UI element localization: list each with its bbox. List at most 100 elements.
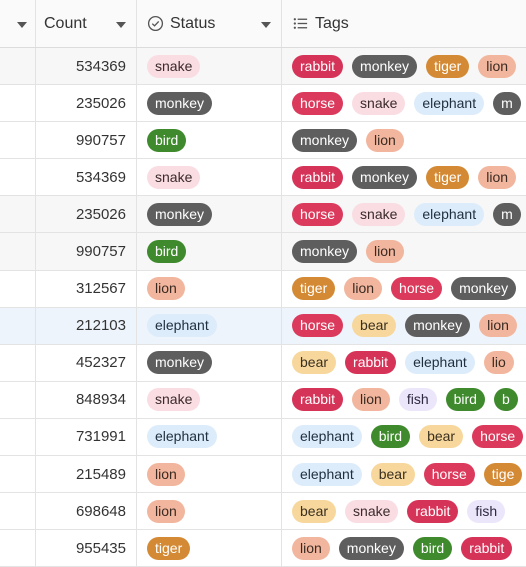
row-leading-cell[interactable] bbox=[0, 159, 36, 196]
status-cell[interactable]: elephant bbox=[137, 418, 282, 456]
tag-chip: horse bbox=[292, 91, 344, 115]
tag-chip: monkey bbox=[451, 277, 517, 301]
status-cell[interactable]: lion bbox=[137, 456, 282, 493]
tags-cell[interactable]: rabbit monkey tiger lion bbox=[282, 48, 526, 84]
column-header-tags-label: Tags bbox=[315, 14, 349, 32]
status-cell[interactable]: lion bbox=[137, 493, 282, 530]
count-cell[interactable]: 312567 bbox=[36, 270, 137, 307]
status-cell[interactable]: bird bbox=[137, 233, 282, 270]
tags-cell[interactable]: elephant bear horse tige bbox=[282, 456, 526, 492]
status-badge: monkey bbox=[147, 351, 213, 375]
caret-down-icon[interactable] bbox=[116, 21, 126, 28]
count-cell[interactable]: 534369 bbox=[36, 48, 137, 85]
count-cell[interactable]: 452327 bbox=[36, 344, 137, 381]
tag-chip: m bbox=[493, 202, 521, 226]
tag-chip: monkey bbox=[352, 54, 418, 78]
count-cell[interactable]: 990757 bbox=[36, 122, 137, 159]
tags-cell[interactable]: horse snake elephant m bbox=[282, 196, 526, 232]
table-row[interactable]: 990757 bird monkey lion bbox=[0, 233, 526, 271]
row-leading-cell[interactable] bbox=[0, 307, 36, 344]
tags-cell[interactable]: rabbit lion fish bird b bbox=[282, 382, 526, 418]
row-leading-cell[interactable] bbox=[0, 344, 36, 381]
count-cell[interactable]: 235026 bbox=[36, 85, 137, 122]
table-row[interactable]: 312567 lion tiger lion horse monkey bbox=[0, 270, 526, 308]
status-cell[interactable]: snake bbox=[137, 48, 282, 85]
tags-cell[interactable]: bear snake rabbit fish bbox=[282, 493, 526, 529]
row-leading-cell[interactable] bbox=[0, 233, 36, 270]
status-cell[interactable]: monkey bbox=[137, 344, 282, 381]
tags-cell[interactable]: monkey lion bbox=[282, 122, 526, 158]
status-cell[interactable]: elephant bbox=[137, 307, 282, 344]
count-cell[interactable]: 990757 bbox=[36, 233, 137, 270]
row-leading-cell[interactable] bbox=[0, 530, 36, 567]
table-row[interactable]: 534369 snake rabbit monkey tiger lion bbox=[0, 48, 526, 86]
list-icon bbox=[293, 18, 308, 29]
status-cell[interactable]: bird bbox=[137, 122, 282, 159]
count-cell[interactable]: 848934 bbox=[36, 381, 137, 418]
tags-cell[interactable]: horse bear monkey lion bbox=[282, 308, 526, 344]
row-leading-cell[interactable] bbox=[0, 418, 36, 456]
status-badge: elephant bbox=[147, 425, 217, 449]
row-leading-cell[interactable] bbox=[0, 456, 36, 493]
count-cell[interactable]: 235026 bbox=[36, 196, 137, 233]
column-header-status[interactable]: Status bbox=[137, 0, 282, 47]
tags-cell[interactable]: rabbit monkey tiger lion bbox=[282, 159, 526, 195]
status-cell[interactable]: snake bbox=[137, 381, 282, 418]
status-cell[interactable]: lion bbox=[137, 270, 282, 307]
tags-cell[interactable]: elephant bird bear horse bbox=[282, 419, 526, 455]
count-cell[interactable]: 534369 bbox=[36, 159, 137, 196]
caret-down-icon[interactable] bbox=[17, 21, 27, 28]
count-cell[interactable]: 731991 bbox=[36, 418, 137, 456]
count-value: 990757 bbox=[75, 131, 126, 149]
table-row[interactable]: 534369 snake rabbit monkey tiger lion bbox=[0, 159, 526, 197]
row-leading-cell[interactable] bbox=[0, 381, 36, 418]
tag-chip: horse bbox=[292, 314, 344, 338]
column-header-count[interactable]: Count bbox=[36, 0, 137, 47]
tag-chip: rabbit bbox=[345, 351, 397, 375]
count-cell[interactable]: 698648 bbox=[36, 493, 137, 530]
tags-cell[interactable]: bear rabbit elephant lio bbox=[282, 345, 526, 381]
status-badge: bird bbox=[147, 240, 187, 264]
status-badge: monkey bbox=[147, 202, 213, 226]
table-row[interactable]: 212103 elephant horse bear monkey lion bbox=[0, 307, 526, 345]
row-leading-cell[interactable] bbox=[0, 493, 36, 530]
table-row[interactable]: 848934 snake rabbit lion fish bird b bbox=[0, 381, 526, 419]
column-header-prev[interactable] bbox=[0, 0, 36, 47]
status-cell[interactable]: monkey bbox=[137, 196, 282, 233]
tag-chip: lion bbox=[478, 165, 517, 189]
tag-chip: lion bbox=[344, 277, 383, 301]
table-row[interactable]: 955435 tiger lion monkey bird rabbit bbox=[0, 530, 526, 567]
status-cell[interactable]: snake bbox=[137, 159, 282, 196]
row-leading-cell[interactable] bbox=[0, 196, 36, 233]
table-row[interactable]: 990757 bird monkey lion bbox=[0, 122, 526, 160]
count-cell[interactable]: 955435 bbox=[36, 530, 137, 567]
table-row[interactable]: 698648 lion bear snake rabbit fish bbox=[0, 493, 526, 531]
row-leading-cell[interactable] bbox=[0, 48, 36, 85]
tags-cell[interactable]: lion monkey bird rabbit bbox=[282, 530, 526, 566]
table-row[interactable]: 235026 monkey horse snake elephant m bbox=[0, 85, 526, 123]
status-badge: lion bbox=[147, 462, 185, 486]
table-row[interactable]: 731991 elephant elephant bird bear horse bbox=[0, 418, 526, 457]
table-row[interactable]: 215489 lion elephant bear horse tige bbox=[0, 456, 526, 494]
count-value: 955435 bbox=[75, 539, 126, 557]
table-row[interactable]: 235026 monkey horse snake elephant m bbox=[0, 196, 526, 234]
tags-cell[interactable]: horse snake elephant m bbox=[282, 85, 526, 121]
count-cell[interactable]: 212103 bbox=[36, 307, 137, 344]
status-cell[interactable]: tiger bbox=[137, 530, 282, 567]
tag-chip: horse bbox=[292, 202, 344, 226]
status-cell[interactable]: monkey bbox=[137, 85, 282, 122]
tag-chip: elephant bbox=[414, 91, 485, 115]
column-header-tags[interactable]: Tags bbox=[282, 0, 526, 47]
caret-down-icon[interactable] bbox=[261, 21, 271, 28]
tags-cell[interactable]: tiger lion horse monkey bbox=[282, 271, 526, 307]
status-badge: lion bbox=[147, 499, 185, 523]
tags-cell[interactable]: monkey lion bbox=[282, 233, 526, 269]
tag-chip: lion bbox=[292, 536, 330, 560]
tag-chip: monkey bbox=[338, 536, 404, 560]
row-leading-cell[interactable] bbox=[0, 270, 36, 307]
row-leading-cell[interactable] bbox=[0, 85, 36, 122]
table-row[interactable]: 452327 monkey bear rabbit elephant lio bbox=[0, 344, 526, 382]
count-cell[interactable]: 215489 bbox=[36, 456, 137, 493]
tag-chip: m bbox=[493, 91, 521, 115]
row-leading-cell[interactable] bbox=[0, 122, 36, 159]
